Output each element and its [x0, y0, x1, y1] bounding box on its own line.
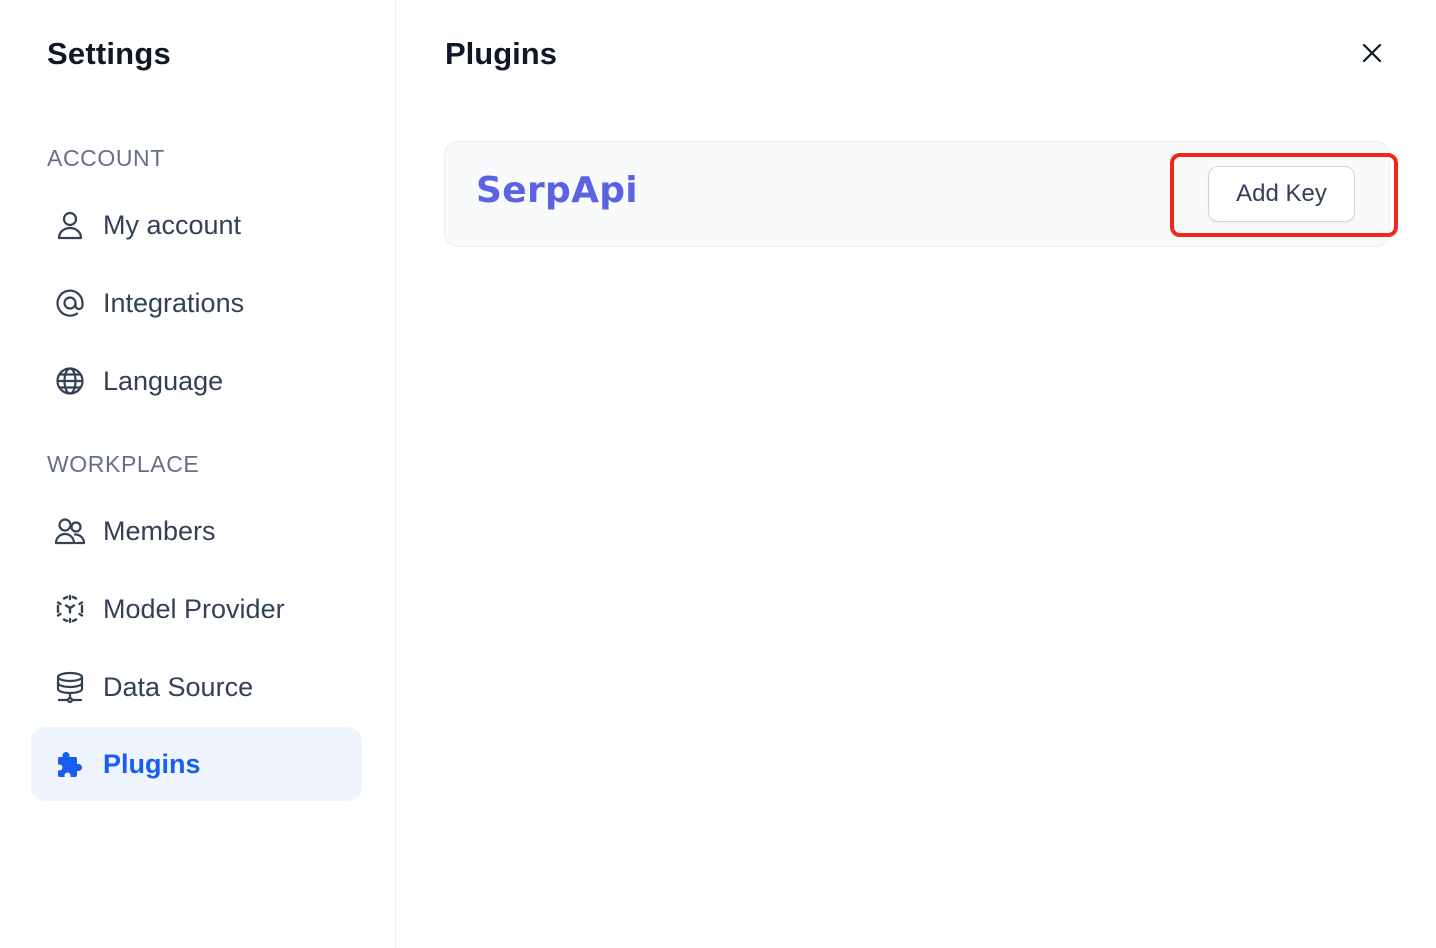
sidebar-item-data-source[interactable]: Data Source — [31, 650, 362, 724]
close-button[interactable] — [1352, 33, 1392, 73]
sidebar-item-label: Data Source — [103, 671, 254, 702]
puzzle-piece-icon — [53, 747, 87, 781]
sidebar-item-language[interactable]: Language — [31, 344, 362, 418]
sidebar-item-label: Members — [103, 515, 216, 546]
sidebar-item-label: Model Provider — [103, 593, 285, 624]
sidebar-item-model-provider[interactable]: Model Provider — [31, 572, 362, 646]
database-icon — [53, 670, 87, 704]
page-title: Plugins — [445, 36, 557, 71]
section-label-workplace: WORKPLACE — [47, 451, 200, 477]
user-icon — [53, 208, 87, 242]
sidebar-item-integrations[interactable]: Integrations — [31, 266, 362, 340]
sidebar-item-label: Language — [103, 365, 224, 396]
sidebar-item-plugins[interactable]: Plugins — [31, 727, 362, 801]
users-icon — [53, 514, 87, 548]
at-sign-icon — [53, 286, 87, 320]
sidebar-item-members[interactable]: Members — [31, 494, 362, 568]
plugin-logo-serpapi: SerpApi — [476, 170, 638, 211]
globe-icon — [53, 364, 87, 398]
cube-outline-icon — [53, 592, 87, 626]
sidebar-item-my-account[interactable]: My account — [31, 188, 362, 262]
sidebar-item-label: Integrations — [103, 287, 245, 318]
add-key-button[interactable]: Add Key — [1208, 166, 1355, 222]
sidebar-title: Settings — [47, 36, 171, 71]
sidebar-item-label: My account — [103, 209, 242, 240]
section-label-account: ACCOUNT — [47, 145, 165, 171]
settings-modal: Settings ACCOUNT My account Integrations — [0, 0, 1436, 948]
settings-sidebar: Settings ACCOUNT My account Integrations — [0, 0, 396, 948]
sidebar-item-label: Plugins — [103, 748, 201, 779]
close-icon — [1362, 43, 1382, 63]
